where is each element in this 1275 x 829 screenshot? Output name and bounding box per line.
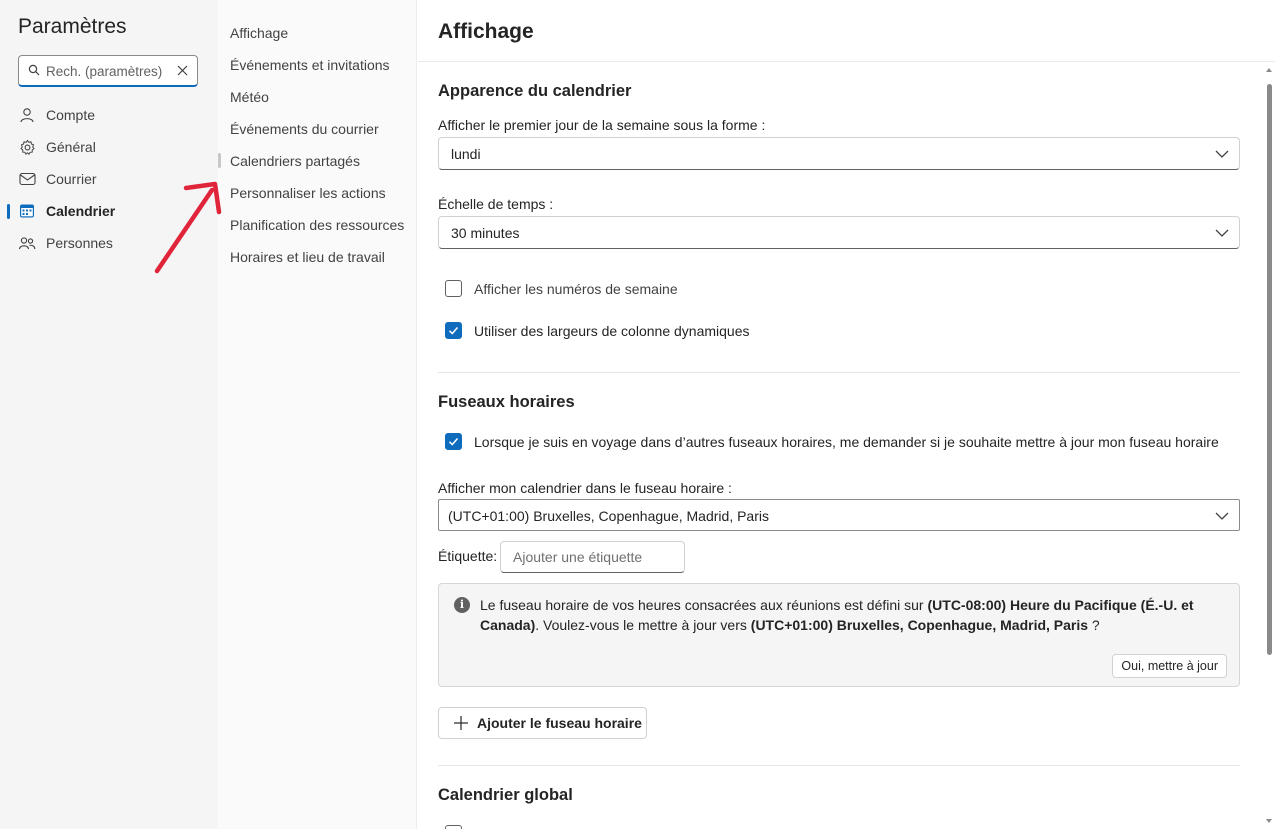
tag-field[interactable] [500, 541, 685, 573]
add-timezone-button[interactable]: Ajouter le fuseau horaire [438, 707, 647, 739]
time-scale-dropdown[interactable]: 30 minutes [438, 216, 1240, 249]
first-day-value: lundi [451, 146, 481, 162]
display-tz-dropdown[interactable]: (UTC+01:00) Bruxelles, Copenhague, Madri… [438, 499, 1240, 531]
dynamic-columns-checkbox[interactable] [445, 322, 462, 339]
annotation-arrow-icon [154, 181, 222, 274]
settings-search-box[interactable] [18, 55, 198, 87]
time-scale-label: Échelle de temps : [438, 196, 554, 212]
plus-icon [454, 716, 468, 730]
display-tz-value: (UTC+01:00) Bruxelles, Copenhague, Madri… [448, 508, 769, 524]
title-divider [418, 61, 1275, 62]
chevron-down-icon [1215, 150, 1229, 158]
display-tz-label: Afficher mon calendrier dans le fuseau h… [438, 480, 732, 496]
checkmark-icon [448, 327, 459, 335]
add-timezone-label: Ajouter le fuseau horaire [477, 715, 642, 731]
time-scale-value: 30 minutes [451, 225, 520, 241]
gear-icon [18, 138, 36, 156]
people-icon [18, 234, 36, 252]
content-scrollbar[interactable] [1263, 62, 1275, 829]
travel-prompt-label: Lorsque je suis en voyage dans d’autres … [474, 434, 1219, 450]
settings-nav-pane: Paramètres Compte Général Courrier [0, 0, 218, 829]
settings-content: Affichage Apparence du calendrier Affich… [418, 0, 1275, 829]
nav-item-general[interactable]: Général [18, 133, 208, 161]
subnav-item-evenements-courrier[interactable]: Événements du courrier [230, 121, 379, 137]
subnav-hover-indicator [218, 153, 221, 168]
week-numbers-label: Afficher les numéros de semaine [474, 281, 678, 297]
subnav-item-evenements-invitations[interactable]: Événements et invitations [230, 57, 390, 73]
nav-item-label: Courrier [46, 171, 97, 187]
travel-prompt-checkbox[interactable] [445, 433, 462, 450]
info-text-part: Le fuseau horaire de vos heures consacré… [480, 597, 928, 613]
scrollbar-thumb[interactable] [1267, 84, 1272, 655]
subnav-item-affichage[interactable]: Affichage [230, 25, 288, 41]
section-divider [438, 765, 1240, 766]
subnav-item-calendriers-partages[interactable]: Calendriers partagés [230, 153, 360, 169]
settings-search-input[interactable] [46, 62, 171, 80]
subnav-item-planification-ressources[interactable]: Planification des ressources [230, 217, 404, 233]
info-icon: i [454, 597, 470, 613]
nav-item-label: Général [46, 139, 96, 155]
nav-item-label: Calendrier [46, 203, 116, 219]
page-title: Affichage [438, 20, 534, 43]
tag-label: Étiquette: [438, 548, 498, 564]
calendar-icon [18, 202, 36, 220]
first-day-label: Afficher le premier jour de la semaine s… [438, 117, 766, 133]
mail-icon [18, 170, 36, 188]
dynamic-columns-label: Utiliser des largeurs de colonne dynamiq… [474, 323, 750, 339]
week-numbers-checkbox[interactable] [445, 280, 462, 297]
info-to-timezone: (UTC+01:00) Bruxelles, Copenhague, Madri… [750, 617, 1089, 633]
first-day-dropdown[interactable]: lundi [438, 137, 1240, 170]
subnav-item-meteo[interactable]: Météo [230, 89, 269, 105]
section-title-calendrier-global: Calendrier global [438, 786, 573, 804]
subnav-item-personnaliser-actions[interactable]: Personnaliser les actions [230, 185, 386, 201]
info-message: Le fuseau horaire de vos heures consacré… [480, 595, 1210, 635]
info-text-part: . Voulez-vous le mettre à jour vers [535, 617, 751, 633]
section-divider [438, 372, 1240, 373]
nav-item-compte[interactable]: Compte [18, 101, 208, 129]
checkmark-icon [448, 438, 459, 446]
timezone-info-banner: i Le fuseau horaire de vos heures consac… [438, 583, 1240, 687]
clear-search-icon[interactable] [177, 65, 188, 76]
scroll-up-arrow-icon[interactable] [1266, 68, 1272, 72]
person-icon [18, 106, 36, 124]
scroll-down-arrow-icon[interactable] [1266, 819, 1272, 823]
section-title-fuseaux: Fuseaux horaires [438, 393, 575, 411]
nav-item-label: Compte [46, 107, 96, 123]
tag-input[interactable] [513, 549, 678, 565]
search-icon [28, 64, 40, 76]
update-timezone-button[interactable]: Oui, mettre à jour [1112, 654, 1227, 678]
global-calendar-checkbox[interactable] [445, 825, 462, 829]
settings-title: Paramètres [18, 15, 127, 38]
active-nav-indicator [7, 204, 10, 219]
nav-item-label: Personnes [46, 235, 113, 251]
section-title-apparence: Apparence du calendrier [438, 82, 632, 100]
calendar-subnav-pane: Affichage Événements et invitations Mété… [218, 0, 417, 829]
chevron-down-icon [1215, 512, 1229, 520]
subnav-item-horaires-lieu[interactable]: Horaires et lieu de travail [230, 249, 385, 265]
info-text-part: ? [1088, 617, 1100, 633]
chevron-down-icon [1215, 229, 1229, 237]
